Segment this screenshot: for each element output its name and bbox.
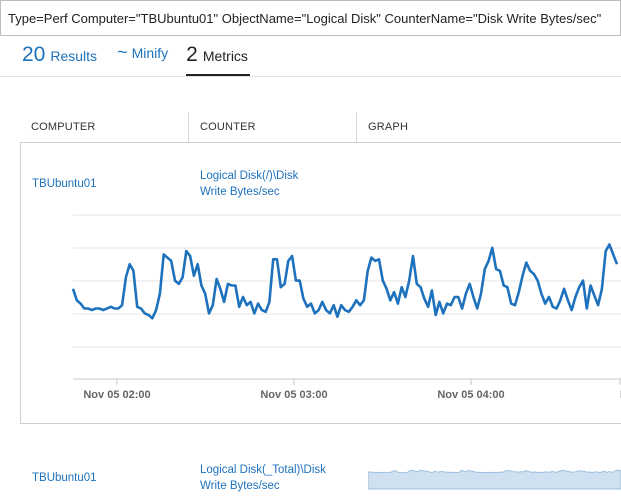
sparkline-area xyxy=(368,469,621,490)
x-tick-label: Nov 05 02:00 xyxy=(83,389,150,401)
counter-link-line2[interactable]: Write Bytes/sec xyxy=(200,478,280,494)
x-tick-label: Nov 05 04:00 xyxy=(437,389,504,401)
counter-link-line1[interactable]: Logical Disk(_Total)\Disk xyxy=(200,462,326,478)
x-axis-ticks: Nov 05 02:00Nov 05 03:00Nov 05 04:00N xyxy=(83,379,621,401)
metric-sparkline[interactable] xyxy=(368,462,621,492)
metric-line-chart[interactable]: Nov 05 02:00Nov 05 03:00Nov 05 04:00N xyxy=(0,0,621,504)
computer-link[interactable]: TBUbuntu01 xyxy=(32,470,97,486)
x-tick-label: Nov 05 03:00 xyxy=(260,389,327,401)
